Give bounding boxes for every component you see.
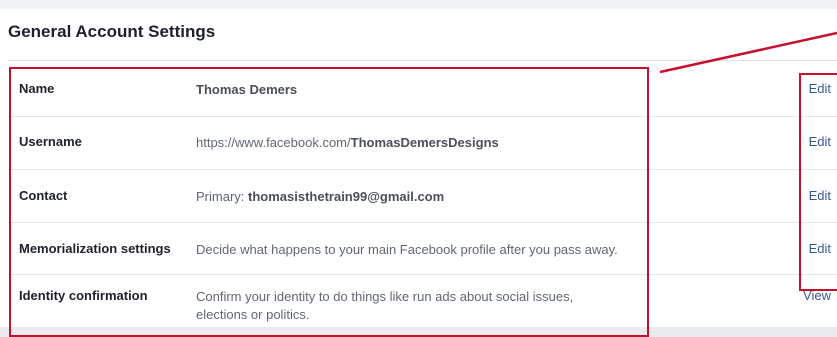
row-value-contact: Primary: thomasisthetrain99@gmail.com [196, 188, 636, 206]
row-value-identity: Confirm your identity to do things like … [196, 288, 606, 324]
row-value-username: https://www.facebook.com/ThomasDemersDes… [196, 134, 636, 152]
edit-username-link[interactable]: Edit [809, 134, 831, 149]
settings-row-name: Name Thomas Demers Edit [0, 61, 837, 117]
row-label-name: Name [19, 81, 55, 96]
row-label-username: Username [19, 134, 82, 149]
row-value-plain: Primary: [196, 189, 248, 204]
top-strip [0, 0, 837, 9]
settings-row-username: Username https://www.facebook.com/Thomas… [0, 117, 837, 170]
edit-name-link[interactable]: Edit [809, 81, 831, 96]
row-label-contact: Contact [19, 188, 68, 203]
settings-row-memorialization: Memorialization settings Decide what hap… [0, 223, 837, 275]
row-value-bold: thomasisthetrain99@gmail.com [248, 189, 445, 204]
settings-panel: General Account Settings Name Thomas Dem… [0, 0, 837, 327]
page-title: General Account Settings [8, 22, 216, 41]
row-value-plain: Decide what happens to your main Faceboo… [196, 242, 618, 257]
settings-row-identity: Identity confirmation Confirm your ident… [0, 275, 837, 335]
row-value-bold: ThomasDemersDesigns [350, 135, 499, 150]
row-label-memorialization: Memorialization settings [19, 241, 171, 256]
edit-memorialization-link[interactable]: Edit [809, 241, 831, 256]
row-value-name: Thomas Demers [196, 81, 636, 99]
row-value-plain: https://www.facebook.com/ [196, 135, 351, 150]
row-value-plain: Confirm your identity to do things like … [196, 289, 574, 322]
settings-row-contact: Contact Primary: thomasisthetrain99@gmai… [0, 170, 837, 223]
view-identity-link[interactable]: View [803, 288, 831, 303]
row-label-identity: Identity confirmation [19, 288, 148, 303]
row-value-bold: Thomas Demers [196, 82, 298, 97]
edit-contact-link[interactable]: Edit [809, 188, 831, 203]
row-value-memorialization: Decide what happens to your main Faceboo… [196, 241, 666, 259]
